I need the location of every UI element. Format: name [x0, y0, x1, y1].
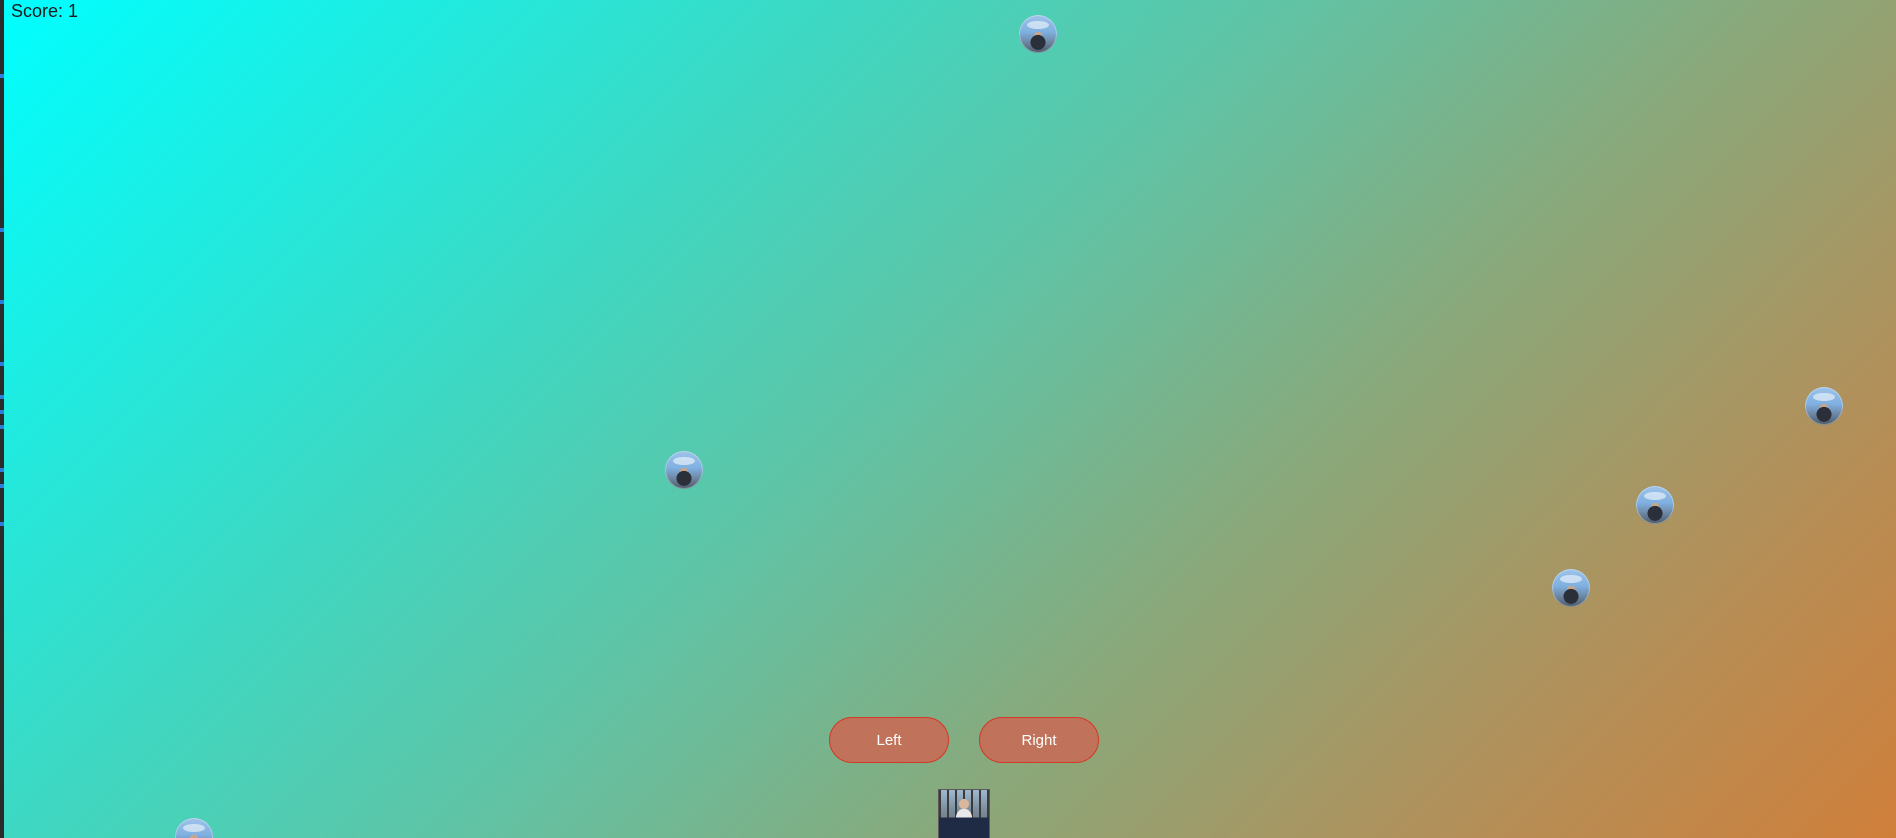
right-button[interactable]: Right	[979, 717, 1099, 763]
edge-tick	[0, 74, 4, 78]
falling-item-icon	[1636, 486, 1674, 524]
falling-item-icon	[1019, 15, 1057, 53]
edge-tick	[0, 395, 4, 399]
left-button[interactable]: Left	[829, 717, 949, 763]
edge-tick	[0, 522, 4, 526]
falling-item-icon	[1552, 569, 1590, 607]
left-edge-strip	[0, 0, 4, 838]
edge-tick	[0, 362, 4, 366]
falling-item-icon	[1805, 387, 1843, 425]
player-icon	[938, 789, 990, 838]
edge-tick	[0, 484, 4, 488]
falling-item-icon	[665, 451, 703, 489]
game-area: Score: 1 Left Right	[4, 0, 1896, 838]
edge-tick	[0, 425, 4, 429]
edge-tick	[0, 228, 4, 232]
falling-item-icon	[175, 818, 213, 838]
edge-tick	[0, 410, 4, 414]
edge-tick	[0, 468, 4, 472]
score-display: Score: 1	[11, 1, 79, 21]
edge-tick	[0, 300, 4, 304]
